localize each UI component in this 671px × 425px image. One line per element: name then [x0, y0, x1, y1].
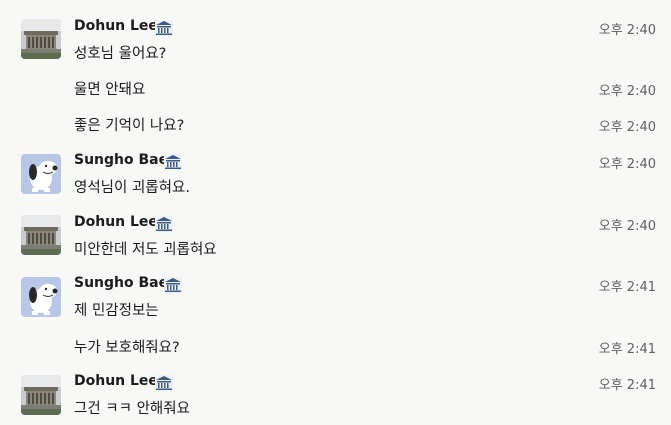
building-photo-icon: [21, 19, 61, 59]
government-building-icon: [155, 216, 173, 232]
building-photo-icon: [21, 215, 61, 255]
message-item[interactable]: 누가 보호해줘요? 오후 2:41: [0, 334, 671, 360]
snoopy-icon: [21, 277, 61, 317]
government-building-icon: [155, 375, 173, 391]
message-text: 영석님이 괴롭혀요.: [74, 180, 190, 196]
message-item[interactable]: Dohun Lee 성호님 울어요? 오후 2:40: [0, 16, 671, 66]
message-item[interactable]: 좋은 기억이 나요? 오후 2:40: [0, 112, 671, 138]
message-item[interactable]: Dohun Lee 그건 ㅋㅋ 안해줘요 오후 2:41: [0, 371, 671, 421]
message-timestamp[interactable]: 오후 2:41: [599, 338, 656, 357]
message-timestamp[interactable]: 오후 2:40: [599, 153, 656, 172]
message-text: 그건 ㅋㅋ 안해줘요: [74, 401, 190, 417]
snoopy-icon: [21, 154, 61, 194]
message-text: 울면 안돼요: [74, 82, 146, 98]
message-timestamp[interactable]: 오후 2:40: [599, 80, 656, 99]
avatar-building[interactable]: [21, 215, 61, 255]
avatar-building[interactable]: [21, 375, 61, 415]
message-list[interactable]: Dohun Lee 성호님 울어요? 오후 2:40 울면 안돼요 오후 2:4…: [0, 0, 671, 425]
message-text: 성호님 울어요?: [74, 46, 167, 62]
message-timestamp[interactable]: 오후 2:41: [599, 276, 656, 295]
sender-name[interactable]: Dohun Lee: [74, 214, 158, 230]
sender-name[interactable]: Sungho Bae: [74, 275, 168, 291]
message-timestamp[interactable]: 오후 2:40: [599, 19, 656, 38]
message-timestamp[interactable]: 오후 2:40: [599, 116, 656, 135]
building-photo-icon: [21, 375, 61, 415]
message-item[interactable]: 울면 안돼요 오후 2:40: [0, 76, 671, 102]
avatar-building[interactable]: [21, 19, 61, 59]
sender-name[interactable]: Dohun Lee: [74, 18, 158, 34]
message-text: 미안한데 저도 괴롭혀요: [74, 242, 217, 258]
government-building-icon: [164, 154, 182, 170]
avatar-snoopy[interactable]: [21, 154, 61, 194]
message-timestamp[interactable]: 오후 2:40: [599, 215, 656, 234]
message-item[interactable]: Sungho Bae 제 민감정보는 오후 2:41: [0, 273, 671, 323]
sender-name[interactable]: Sungho Bae: [74, 152, 168, 168]
message-text: 제 민감정보는: [74, 303, 159, 319]
government-building-icon: [164, 277, 182, 293]
message-item[interactable]: Dohun Lee 미안한데 저도 괴롭혀요 오후 2:40: [0, 212, 671, 262]
message-text: 누가 보호해줘요?: [74, 340, 180, 356]
message-text: 좋은 기억이 나요?: [74, 118, 185, 134]
sender-name[interactable]: Dohun Lee: [74, 373, 158, 389]
avatar-snoopy[interactable]: [21, 277, 61, 317]
message-item[interactable]: Sungho Bae 영석님이 괴롭혀요. 오후 2:40: [0, 150, 671, 200]
government-building-icon: [155, 20, 173, 36]
message-timestamp[interactable]: 오후 2:41: [599, 374, 656, 393]
